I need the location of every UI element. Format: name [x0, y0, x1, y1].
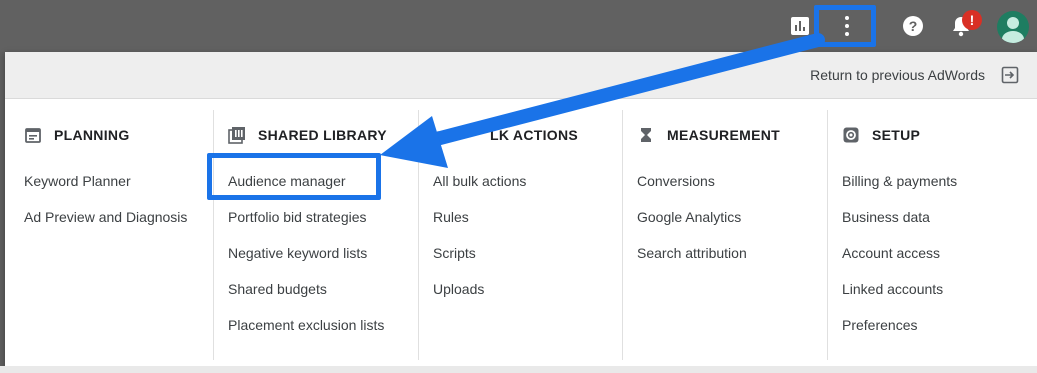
bulk-actions-title: LK ACTIONS — [490, 127, 579, 143]
google-analytics-link[interactable]: Google Analytics — [637, 209, 741, 225]
bulk-actions-heading: LK ACTIONS — [432, 126, 578, 144]
measurement-title: MEASUREMENT — [667, 127, 780, 143]
negative-keyword-lists-link[interactable]: Negative keyword lists — [228, 245, 367, 261]
placement-exclusion-lists-link[interactable]: Placement exclusion lists — [228, 317, 384, 333]
uploads-link[interactable]: Uploads — [433, 281, 484, 297]
exit-icon[interactable] — [1001, 66, 1019, 84]
ad-preview-link[interactable]: Ad Preview and Diagnosis — [24, 209, 187, 225]
planning-heading: PLANNING — [24, 126, 130, 144]
business-data-link[interactable]: Business data — [842, 209, 930, 225]
setup-column: SETUP Billing & payments Business data A… — [823, 98, 1027, 360]
measurement-column: MEASUREMENT Conversions Google Analytics… — [618, 98, 822, 360]
library-icon — [228, 127, 245, 144]
search-attribution-link[interactable]: Search attribution — [637, 245, 747, 261]
bulk-actions-column: LK ACTIONS All bulk actions Rules Script… — [414, 98, 618, 360]
rules-link[interactable]: Rules — [433, 209, 469, 225]
audience-manager-highlight — [207, 153, 381, 200]
all-bulk-actions-link[interactable]: All bulk actions — [433, 173, 526, 189]
shared-library-heading: SHARED LIBRARY — [228, 126, 387, 144]
reports-icon[interactable] — [788, 14, 812, 38]
top-bar: ? ! — [0, 0, 1037, 52]
return-to-previous-link[interactable]: Return to previous AdWords — [810, 67, 985, 83]
setup-title: SETUP — [872, 127, 921, 143]
account-access-link[interactable]: Account access — [842, 245, 940, 261]
scripts-link[interactable]: Scripts — [433, 245, 476, 261]
planning-column: PLANNING Keyword Planner Ad Preview and … — [5, 98, 209, 360]
hourglass-icon — [641, 128, 651, 142]
tools-menu-panel: Return to previous AdWords PLANNING Keyw… — [5, 52, 1037, 373]
bulk-actions-icon — [434, 131, 448, 139]
preferences-link[interactable]: Preferences — [842, 317, 917, 333]
billing-payments-link[interactable]: Billing & payments — [842, 173, 957, 189]
setup-heading: SETUP — [842, 126, 920, 144]
settings-icon — [843, 127, 859, 143]
notification-badge: ! — [962, 10, 982, 30]
calendar-icon — [25, 128, 41, 143]
panel-header: Return to previous AdWords — [5, 52, 1037, 99]
shared-library-column: SHARED LIBRARY Audience manager Portfoli… — [209, 98, 413, 360]
more-options-highlight — [814, 5, 876, 47]
planning-title: PLANNING — [54, 127, 130, 143]
avatar[interactable] — [997, 11, 1029, 43]
portfolio-bid-strategies-link[interactable]: Portfolio bid strategies — [228, 209, 367, 225]
svg-text:?: ? — [909, 18, 918, 34]
measurement-heading: MEASUREMENT — [637, 126, 780, 144]
background-strip — [0, 366, 1037, 373]
keyword-planner-link[interactable]: Keyword Planner — [24, 173, 131, 189]
shared-library-title: SHARED LIBRARY — [258, 127, 387, 143]
linked-accounts-link[interactable]: Linked accounts — [842, 281, 943, 297]
help-icon[interactable]: ? — [901, 14, 925, 38]
shared-budgets-link[interactable]: Shared budgets — [228, 281, 327, 297]
conversions-link[interactable]: Conversions — [637, 173, 715, 189]
